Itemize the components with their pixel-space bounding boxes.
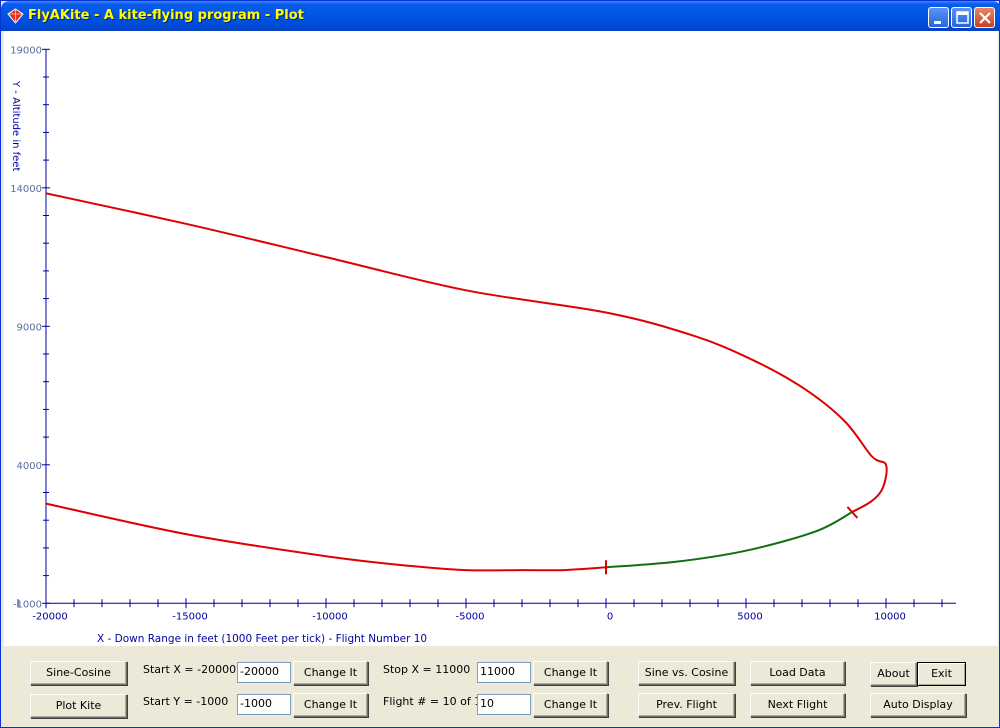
change-stop-x-button[interactable]: Change It: [533, 661, 608, 685]
trajectory-plot: 19000 14000 9000 4000 -1000-20000 -15000 -1000…: [10, 45, 956, 645]
close-button[interactable]: [974, 7, 995, 28]
x-tick-label: 10000: [874, 611, 906, 622]
change-flight-button[interactable]: Change It: [533, 693, 608, 717]
y-tick-label: 14000: [10, 184, 42, 195]
load-data-button[interactable]: Load Data: [750, 661, 845, 685]
minimize-icon: [934, 21, 941, 24]
change-start-y-button[interactable]: Change It: [293, 693, 368, 717]
trajectory-curves: [45, 192, 888, 572]
maximize-button[interactable]: [951, 7, 972, 28]
start-y-input[interactable]: -1000: [237, 694, 291, 715]
x-tick-label: -20000: [32, 611, 67, 622]
start-y-label: Start Y = -1000: [143, 695, 229, 708]
trajectory-series-0: [45, 192, 888, 513]
maximize-icon: [956, 11, 969, 24]
start-x-label: Start X = -20000: [143, 663, 237, 676]
kite-marker: [846, 506, 859, 519]
client-area: 19000 14000 9000 4000 -1000 -20000 -15000 -1000…: [4, 31, 998, 726]
sine-vs-cosine-button[interactable]: Sine vs. Cosine: [638, 661, 735, 685]
kite-app-icon: [7, 8, 24, 24]
about-button[interactable]: About: [870, 662, 917, 686]
x-tick-label: -10000: [312, 611, 347, 622]
trajectory-series-2: [45, 502, 607, 572]
sine-cosine-button[interactable]: Sine-Cosine: [30, 661, 127, 685]
change-start-x-button[interactable]: Change It: [293, 661, 368, 685]
exit-button[interactable]: Exit: [917, 662, 966, 686]
trajectory-series-1: [605, 511, 853, 569]
plot-kite-button[interactable]: Plot Kite: [30, 694, 127, 718]
x-tick-label: 5000: [737, 611, 762, 622]
x-tick-label: -15000: [172, 611, 207, 622]
y-axis-label: Y - Altitude in feet: [10, 80, 21, 171]
auto-display-button[interactable]: Auto Display: [870, 693, 966, 717]
y-tick-label: 19000: [10, 45, 42, 56]
window-title: FlyAKite - A kite-flying program - Plot: [28, 8, 304, 23]
y-tick-label: 9000: [17, 322, 42, 333]
x-axis-label: X - Down Range in feet (1000 Feet per ti…: [97, 633, 427, 645]
title-bar[interactable]: FlyAKite - A kite-flying program - Plot: [1, 1, 1000, 31]
start-x-input[interactable]: -20000: [237, 662, 291, 683]
stop-x-label: Stop X = 11000: [383, 663, 471, 676]
prev-flight-button[interactable]: Prev. Flight: [638, 693, 735, 717]
flight-number-label: Flight # = 10 of 10: [383, 695, 489, 708]
minimize-button[interactable]: [928, 7, 949, 28]
close-icon: [979, 12, 991, 24]
app-window: FlyAKite - A kite-flying program - Plot …: [0, 0, 1000, 728]
stop-x-input[interactable]: 11000: [477, 662, 531, 683]
next-flight-button[interactable]: Next Flight: [750, 693, 845, 717]
x-tick-label: -5000: [455, 611, 484, 622]
axes: 19000 14000 9000 4000 -1000-20000 -15000 -1000…: [10, 45, 956, 622]
plot-area: 19000 14000 9000 4000 -1000 -20000 -15000 -1000…: [4, 31, 998, 646]
x-tick-label: 0: [607, 611, 613, 622]
y-tick-label: 4000: [17, 461, 42, 472]
y-tick-label: -1000: [13, 599, 42, 610]
flight-number-input[interactable]: 10: [477, 694, 531, 715]
